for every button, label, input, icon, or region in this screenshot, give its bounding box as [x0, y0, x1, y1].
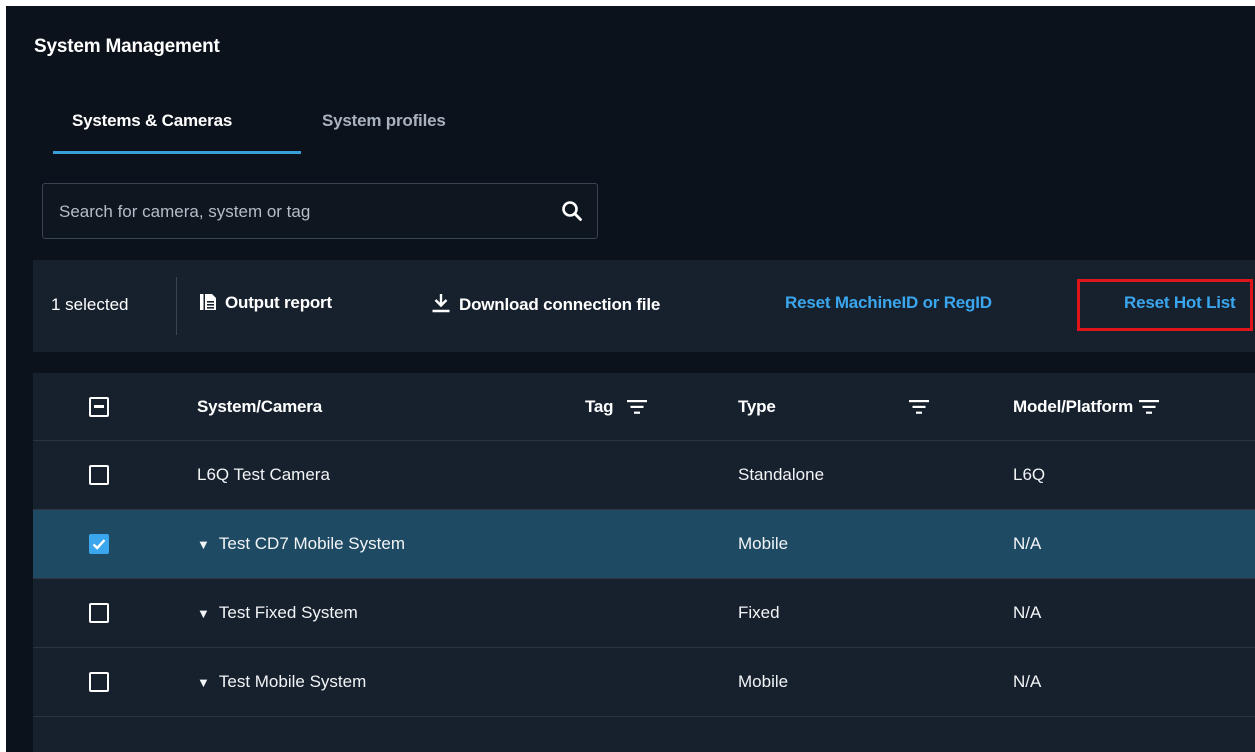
download-icon	[432, 294, 450, 313]
column-header-tag-cell: Tag	[585, 373, 648, 440]
row-checkbox-cell	[89, 579, 109, 647]
system-camera-cell: ▼ Test CD7 Mobile System	[197, 510, 405, 578]
systems-table: System/Camera Tag Type Model/Platform L6…	[33, 373, 1255, 752]
window-left-edge	[0, 0, 6, 752]
row-checkbox[interactable]	[89, 672, 109, 692]
output-report-label: Output report	[225, 293, 332, 312]
search-input[interactable]	[57, 184, 541, 240]
search-box	[42, 183, 598, 240]
table-row[interactable]: ▼ Test Fixed System Fixed N/A	[33, 579, 1255, 648]
output-report-button[interactable]: Output report	[199, 293, 332, 313]
system-camera-name: Test Fixed System	[218, 603, 358, 622]
caret-down-icon[interactable]: ▼	[197, 606, 210, 621]
row-checkbox-cell	[89, 648, 109, 716]
type-cell: Mobile	[738, 534, 789, 553]
type-cell: Standalone	[738, 465, 825, 484]
table-row[interactable]: ▼ Test Mobile System Mobile N/A	[33, 648, 1255, 717]
download-connection-file-label: Download connection file	[459, 295, 661, 314]
page-title: System Management	[34, 36, 220, 57]
system-camera-cell: ▼ Test Mobile System	[197, 648, 366, 716]
filter-icon[interactable]	[627, 399, 648, 414]
row-checkbox-cell	[89, 510, 109, 578]
row-checkbox[interactable]	[89, 603, 109, 623]
model-platform-cell: L6Q	[1013, 465, 1046, 484]
caret-down-icon[interactable]: ▼	[197, 537, 210, 552]
type-cell: Fixed	[738, 603, 780, 622]
header-checkbox-cell	[89, 373, 109, 440]
table-header: System/Camera Tag Type Model/Platform	[33, 373, 1255, 441]
column-header-model-cell: Model/Platform	[1013, 373, 1159, 440]
action-bar-divider	[176, 277, 177, 335]
table-row[interactable]: L6Q Test Camera Standalone L6Q	[33, 441, 1255, 510]
filter-icon[interactable]	[909, 399, 929, 414]
search-icon[interactable]	[561, 200, 583, 222]
table-empty-area	[33, 717, 1255, 752]
reset-machineid-button[interactable]: Reset MachineID or RegID	[785, 293, 992, 313]
selected-count: 1 selected	[51, 295, 129, 314]
table-row[interactable]: ▼ Test CD7 Mobile System Mobile N/A	[33, 510, 1255, 579]
system-camera-name: L6Q Test Camera	[197, 465, 330, 484]
model-platform-cell: N/A	[1013, 603, 1042, 622]
active-tab-indicator	[53, 151, 301, 154]
app-window: System Management Systems & Cameras Syst…	[0, 0, 1255, 752]
column-header-model-platform[interactable]: Model/Platform	[1013, 397, 1133, 417]
row-checkbox[interactable]	[89, 534, 109, 554]
column-header-system-camera[interactable]: System/Camera	[197, 373, 322, 440]
model-platform-cell: N/A	[1013, 534, 1042, 553]
type-cell: Mobile	[738, 672, 789, 691]
window-top-edge	[0, 0, 1255, 6]
tab-systems-cameras[interactable]: Systems & Cameras	[72, 111, 232, 131]
filter-icon[interactable]	[1139, 399, 1159, 414]
system-camera-name: Test Mobile System	[218, 672, 367, 691]
row-checkbox[interactable]	[89, 465, 109, 485]
checkmark-icon	[92, 539, 106, 550]
column-header-type[interactable]: Type	[738, 373, 776, 440]
highlight-annotation	[1077, 279, 1253, 331]
row-checkbox-cell	[89, 441, 109, 509]
caret-down-icon[interactable]: ▼	[197, 675, 210, 690]
system-camera-name: Test CD7 Mobile System	[218, 534, 405, 553]
system-camera-cell: L6Q Test Camera	[197, 441, 330, 509]
system-camera-cell: ▼ Test Fixed System	[197, 579, 358, 647]
model-platform-cell: N/A	[1013, 672, 1042, 691]
download-connection-file-button[interactable]: Download connection file	[431, 293, 660, 315]
tab-system-profiles[interactable]: System profiles	[322, 111, 446, 131]
type-filter-cell	[909, 373, 929, 440]
action-bar: 1 selected Output report Download connec…	[33, 260, 1255, 352]
report-icon	[200, 294, 216, 310]
column-header-tag[interactable]: Tag	[585, 397, 614, 417]
select-all-checkbox[interactable]	[89, 396, 109, 417]
